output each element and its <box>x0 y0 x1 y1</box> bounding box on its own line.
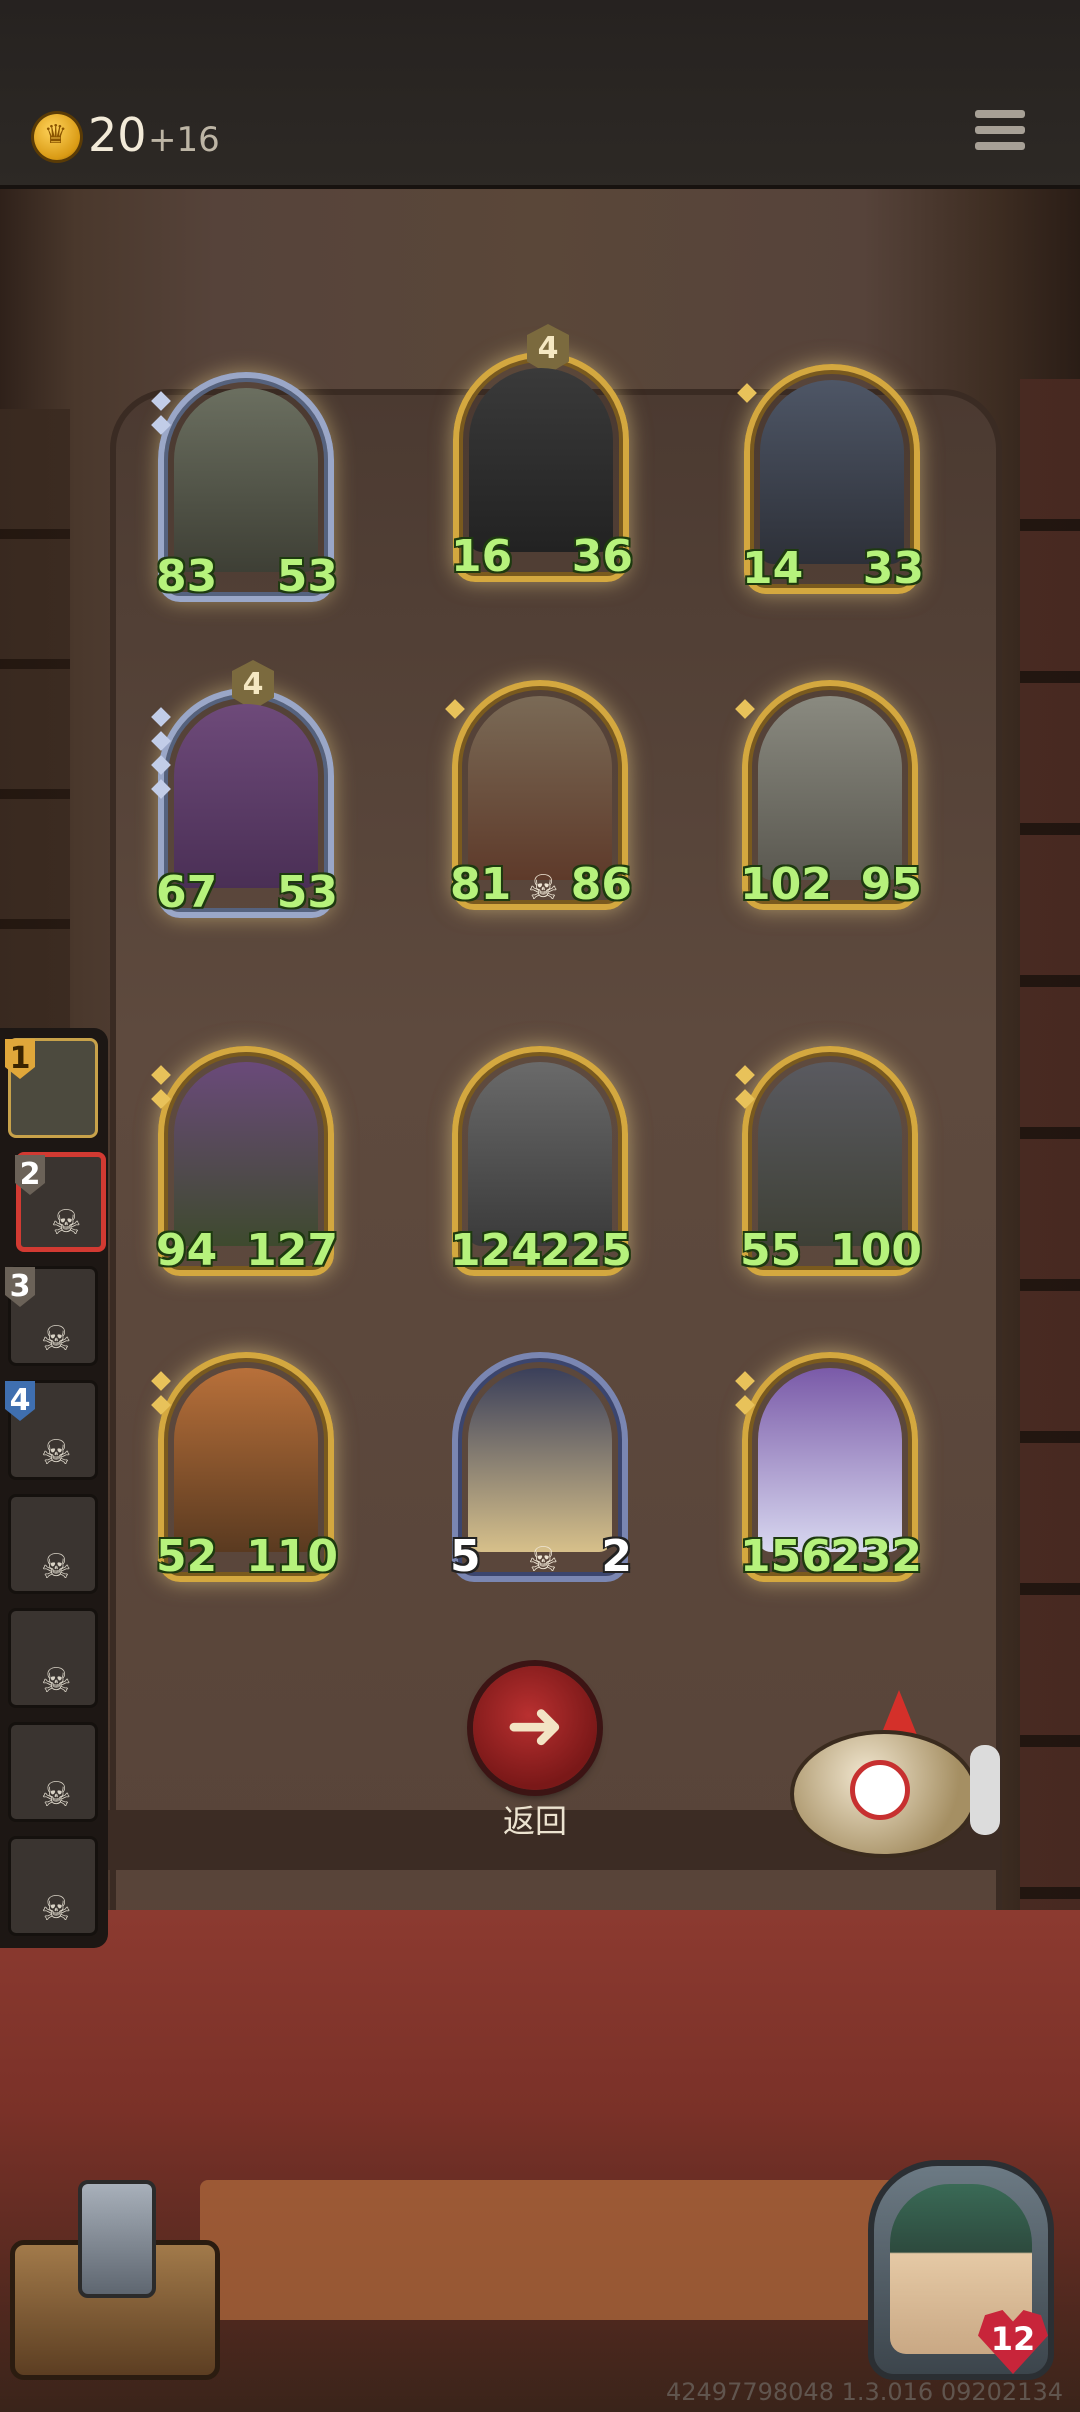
canister-icon <box>78 2180 156 2298</box>
gold-income: +16 <box>148 120 220 160</box>
deathrattle-skull-icon: ☠ <box>528 1540 559 1580</box>
arrow-left-icon: ➜ <box>505 1684 565 1766</box>
minion-attack: 124 <box>450 1225 542 1276</box>
eliminated-skull-icon: ☠ <box>51 1203 82 1243</box>
minion-portrait <box>469 368 613 552</box>
minion-portrait <box>174 388 318 572</box>
minion-attack: 16 <box>451 531 513 582</box>
bookshelf-right <box>1020 379 1080 2079</box>
player-rank: 4 <box>5 1381 35 1421</box>
minion-health: 2 <box>584 1531 632 1582</box>
player-slot[interactable]: 3 ☠ <box>5 1266 98 1366</box>
minion-card[interactable]: 124 225 <box>450 1046 632 1276</box>
minion-portrait <box>174 1062 318 1246</box>
minion-attack: 94 <box>156 1225 218 1276</box>
eliminated-skull-icon: ☠ <box>41 1889 72 1929</box>
minion-portrait <box>468 1368 612 1552</box>
eliminated-skull-icon: ☠ <box>41 1433 72 1473</box>
eliminated-skull-icon: ☠ <box>41 1775 72 1815</box>
gold-coin-icon <box>34 114 80 160</box>
back-button-label: 返回 <box>502 1802 567 1840</box>
minion-health: 53 <box>276 551 338 602</box>
minion-card[interactable]: 83 53 <box>151 372 338 602</box>
hero-health: 12 <box>990 2320 1036 2358</box>
minion-portrait <box>174 1368 318 1552</box>
minion-attack: 83 <box>156 551 218 602</box>
minion-health: 95 <box>860 859 922 910</box>
minion-card[interactable]: 81 86 ☠ <box>445 680 632 910</box>
player-slot[interactable]: ☠ <box>8 1722 98 1822</box>
minion-health: 100 <box>830 1225 922 1276</box>
back-button[interactable]: ➜ <box>473 1666 597 1790</box>
player-slot-selected[interactable]: 2 ☠ <box>15 1152 106 1252</box>
blimp-eye <box>850 1760 910 1820</box>
blimp-mascot[interactable] <box>780 1690 1020 1890</box>
player-slot[interactable]: ☠ <box>8 1494 98 1594</box>
rarity-pips <box>151 391 171 442</box>
minion-card[interactable]: 102 95 <box>735 680 922 910</box>
rug <box>200 2180 900 2320</box>
gold-amount: 20 <box>88 108 147 162</box>
minion-attack: 102 <box>740 859 832 910</box>
rarity-pips <box>737 383 757 410</box>
rarity-pips <box>735 1065 755 1116</box>
minion-attack: 156 <box>740 1531 832 1582</box>
player-rank: 1 <box>5 1039 35 1079</box>
player-rank: 2 <box>15 1155 45 1195</box>
blimp-propeller <box>970 1745 1000 1835</box>
minion-health: 86 <box>570 859 632 910</box>
minion-health: 232 <box>830 1531 922 1582</box>
rarity-pips <box>735 699 755 726</box>
minion-attack: 5 <box>450 1531 498 1582</box>
minion-portrait <box>468 1062 612 1246</box>
menu-icon[interactable] <box>975 110 1025 160</box>
minion-portrait <box>758 1368 902 1552</box>
minion-card[interactable]: 52 110 <box>151 1352 338 1582</box>
rarity-pips <box>151 1371 171 1422</box>
eliminated-skull-icon: ☠ <box>41 1547 72 1587</box>
rarity-pips <box>735 1371 755 1422</box>
minion-attack: 55 <box>740 1225 802 1276</box>
minion-health: 53 <box>276 867 338 918</box>
minion-health: 110 <box>246 1531 338 1582</box>
minion-card[interactable]: 94 127 <box>151 1046 338 1276</box>
player-slot[interactable]: ☠ <box>8 1608 98 1708</box>
top-bar: 20 +16 <box>0 0 1080 189</box>
hero-power-chest[interactable] <box>10 2180 220 2380</box>
minion-card[interactable]: 4 67 53 <box>151 660 338 918</box>
minion-health: 225 <box>540 1225 632 1276</box>
minion-portrait <box>760 380 904 564</box>
build-id: 42497798048 1.3.016 09202134 <box>666 2378 1063 2406</box>
player-slot[interactable]: 1 <box>5 1038 98 1138</box>
minion-attack: 52 <box>156 1531 218 1582</box>
eliminated-skull-icon: ☠ <box>41 1319 72 1359</box>
minion-card[interactable]: 156 232 <box>735 1352 922 1582</box>
minion-health: 33 <box>862 543 924 594</box>
minion-health: 127 <box>246 1225 338 1276</box>
minion-portrait <box>758 1062 902 1246</box>
minion-attack: 14 <box>742 543 804 594</box>
rarity-pips <box>445 699 465 726</box>
minion-card[interactable]: 4 16 36 <box>451 324 633 582</box>
minion-portrait <box>758 696 902 880</box>
minion-attack: 81 <box>450 859 512 910</box>
rarity-pips <box>151 707 171 806</box>
player-list: 1 2 ☠ 3 ☠ 4 ☠ ☠ ☠ ☠ ☠ <box>0 1028 108 1948</box>
player-slot[interactable]: 4 ☠ <box>5 1380 98 1480</box>
minion-card[interactable]: 14 33 <box>737 364 924 594</box>
eliminated-skull-icon: ☠ <box>41 1661 72 1701</box>
minion-card[interactable]: 55 100 <box>735 1046 922 1276</box>
minion-portrait <box>174 704 318 888</box>
minion-card[interactable]: 5 2 ☠ <box>450 1352 632 1582</box>
hero-portrait[interactable]: 12 <box>868 2160 1054 2392</box>
minion-health: 36 <box>571 531 633 582</box>
player-slot[interactable]: ☠ <box>8 1836 98 1936</box>
player-rank: 3 <box>5 1267 35 1307</box>
deathrattle-skull-icon: ☠ <box>528 868 559 908</box>
minion-portrait <box>468 696 612 880</box>
minion-attack: 67 <box>156 867 218 918</box>
rarity-pips <box>151 1065 171 1116</box>
